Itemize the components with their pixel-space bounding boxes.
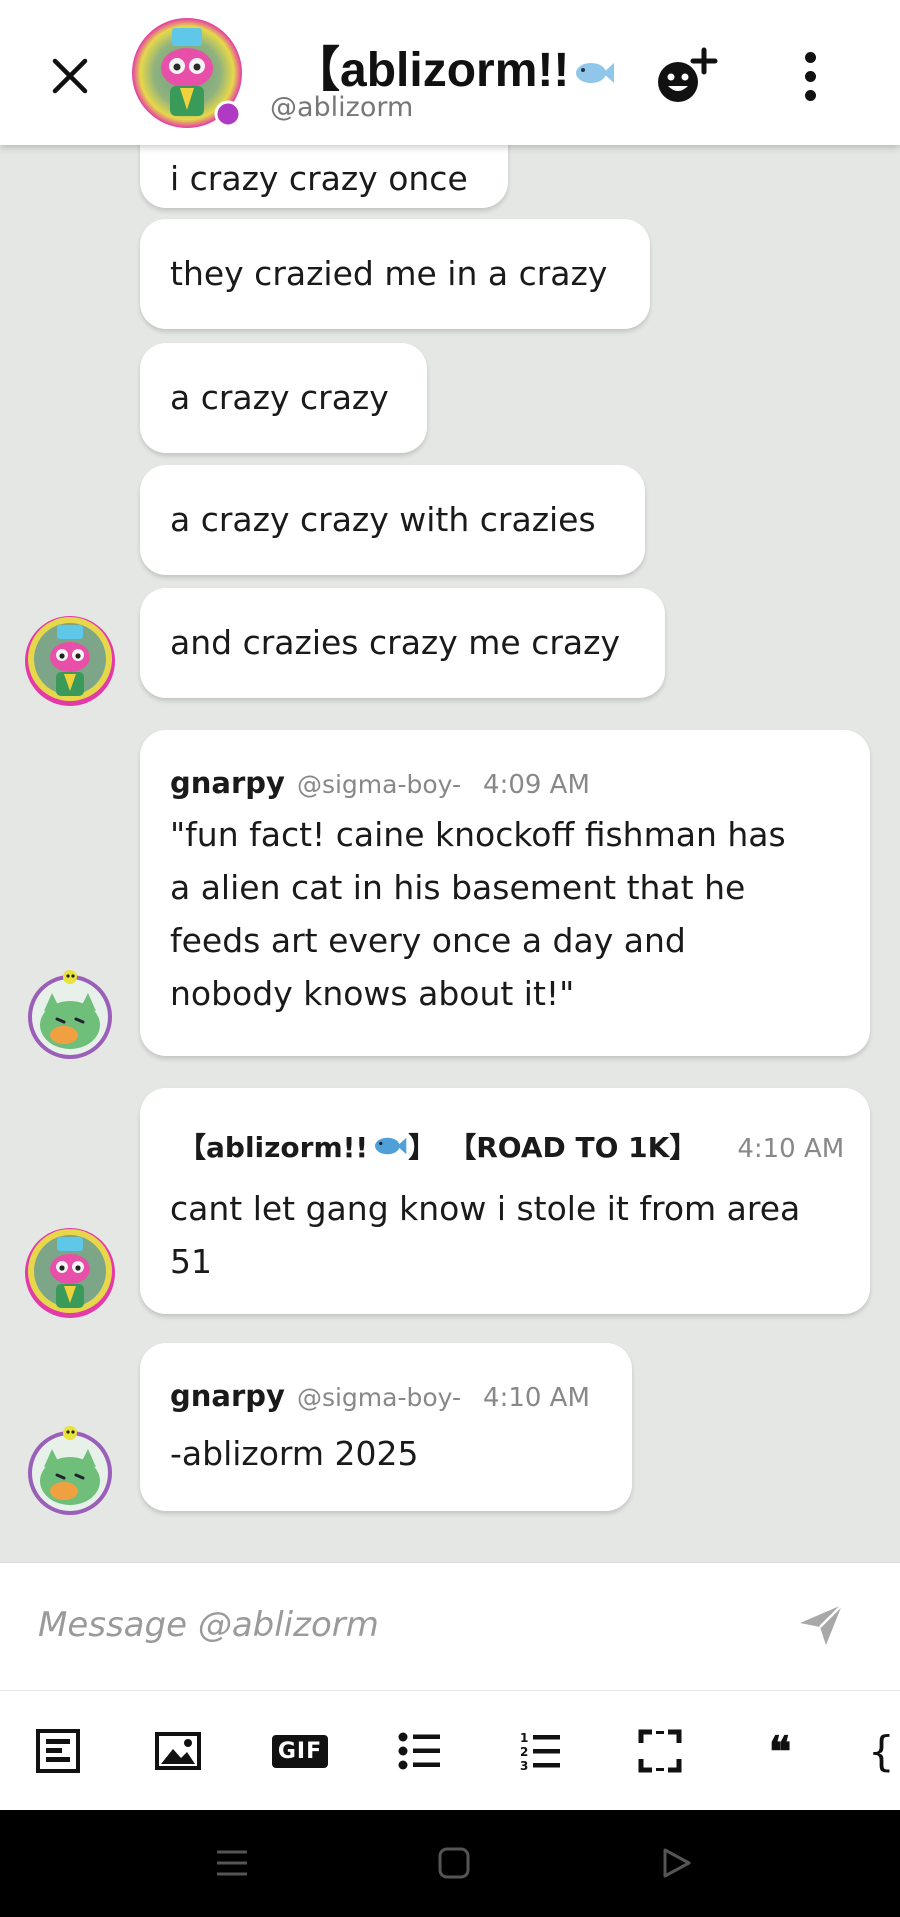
message-bubble[interactable]: gnarpy @sigma-boy- 4:09 AM "fun fact! ca… (140, 730, 870, 1056)
message-bubble[interactable]: a crazy crazy (140, 343, 427, 453)
back-triangle-icon (663, 1848, 691, 1878)
more-options-button[interactable] (786, 46, 834, 106)
menu-lines-icon (217, 1850, 247, 1876)
fish-emoji-icon (576, 63, 615, 84)
close-button[interactable] (40, 46, 100, 106)
message-text: a crazy crazy (170, 378, 389, 417)
bulleted-list-icon (398, 1732, 440, 1770)
image-button[interactable] (146, 1719, 210, 1783)
message-list[interactable]: i crazy crazy once they crazied me in a … (0, 145, 900, 1562)
message-text: "fun fact! caine knockoff fishman has a … (170, 815, 786, 1013)
message-bubble[interactable]: and crazies crazy me crazy (140, 588, 665, 698)
back-button[interactable] (651, 1838, 701, 1888)
message-handle: @sigma-boy- (296, 770, 462, 799)
fish-emoji-icon (375, 1137, 407, 1155)
message-text: -ablizorm 2025 (170, 1434, 419, 1473)
formatting-toolbar: GIF 1 2 3 ❝ { (0, 1690, 900, 1810)
gif-icon: GIF (271, 1734, 329, 1768)
message-author[interactable]: 【ablizorm!! (178, 1126, 368, 1166)
message-author[interactable]: gnarpy (170, 1379, 285, 1413)
svg-text:2: 2 (520, 1745, 528, 1759)
image-icon (155, 1732, 201, 1770)
message-bubble[interactable]: 【ablizorm!! 】 【ROAD TO 1K】 4:10 AM cant … (140, 1088, 870, 1314)
avatar-gnarpy[interactable] (24, 1423, 116, 1515)
bulleted-list-button[interactable] (388, 1719, 452, 1783)
close-icon (52, 58, 88, 94)
message-input[interactable] (38, 1593, 758, 1657)
message-author-suffix: 】 (408, 1131, 437, 1164)
more-dots-icon (804, 51, 816, 63)
recents-button[interactable] (207, 1838, 257, 1888)
header-avatar[interactable] (132, 18, 246, 132)
message-time: 4:10 AM (483, 1383, 590, 1413)
numbered-list-icon: 1 2 3 (520, 1731, 560, 1772)
home-button[interactable] (429, 1838, 479, 1888)
chat-header: 【ablizorm!! @ablizorm (0, 0, 900, 145)
spoiler-icon (638, 1729, 682, 1773)
message-bubble[interactable]: they crazied me in a crazy (140, 219, 650, 329)
message-handle: @sigma-boy- (296, 1383, 462, 1412)
system-navigation-bar (0, 1810, 900, 1917)
avatar-ablizorm[interactable] (24, 1227, 116, 1319)
bold-format-button[interactable] (26, 1719, 90, 1783)
chat-title: 【ablizorm!! (292, 30, 615, 100)
message-header: 【ablizorm!! 】 【ROAD TO 1K】 4:10 AM (178, 1126, 844, 1166)
send-button[interactable] (796, 1599, 846, 1649)
role-badge: 【ROAD TO 1K】 (448, 1131, 698, 1164)
add-emoji-icon (658, 47, 718, 102)
spoiler-button[interactable] (628, 1719, 692, 1783)
message-author[interactable]: gnarpy (170, 766, 285, 800)
send-icon (800, 1604, 843, 1645)
message-text: a crazy crazy with crazies (170, 500, 596, 539)
numbered-list-button[interactable]: 1 2 3 (508, 1719, 572, 1783)
avatar-gnarpy[interactable] (24, 967, 116, 1059)
svg-text:3: 3 (520, 1759, 528, 1772)
message-text: cant let gang know i stole it from area … (170, 1189, 801, 1281)
message-time: 4:10 AM (737, 1134, 845, 1164)
message-text: they crazied me in a crazy (170, 254, 608, 293)
quote-button[interactable]: ❝ (748, 1719, 812, 1783)
add-reaction-button[interactable] (652, 46, 726, 110)
chat-handle: @ablizorm (270, 92, 414, 123)
home-square-icon (438, 1847, 470, 1879)
message-text: and crazies crazy me crazy (170, 623, 620, 662)
code-button[interactable]: { (868, 1719, 900, 1783)
code-icon: { (868, 1726, 895, 1776)
message-header: gnarpy @sigma-boy- 4:09 AM (170, 766, 590, 800)
message-bubble[interactable]: a crazy crazy with crazies (140, 465, 645, 575)
svg-text:1: 1 (520, 1731, 528, 1745)
message-bubble[interactable]: gnarpy @sigma-boy- 4:10 AM -ablizorm 202… (140, 1343, 632, 1511)
message-header: gnarpy @sigma-boy- 4:10 AM (170, 1379, 590, 1413)
message-composer (0, 1562, 900, 1690)
gif-button[interactable]: GIF (268, 1719, 332, 1783)
quote-icon: ❝ (768, 1726, 792, 1776)
avatar-ablizorm[interactable] (24, 615, 116, 707)
message-text: i crazy crazy once (170, 159, 468, 199)
message-bubble[interactable]: i crazy crazy once (140, 145, 508, 208)
message-time: 4:09 AM (483, 770, 590, 800)
bold-format-icon (36, 1729, 80, 1773)
